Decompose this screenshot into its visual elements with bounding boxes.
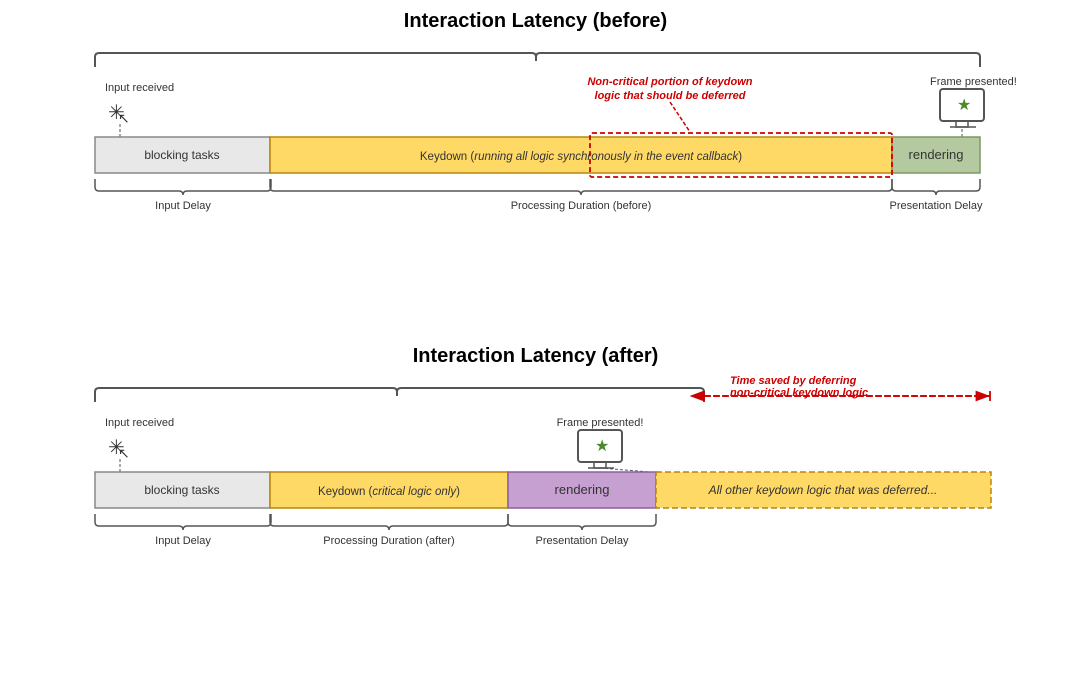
star-icon-bottom: ★ (595, 438, 609, 455)
processing-duration-label-bottom: Processing Duration (after) (323, 535, 454, 547)
bottom-title: Interaction Latency (after) (30, 345, 1041, 368)
deferred-label-bottom: All other keydown logic that was deferre… (708, 483, 938, 497)
bottom-diagram: Input received ✳ ↖ Frame presented! ★ (30, 374, 1041, 574)
top-svg: Input received ✳ ↖ Frame presented! ★ (30, 39, 1041, 239)
bottom-svg: Input received ✳ ↖ Frame presented! ★ (30, 374, 1041, 584)
top-title: Interaction Latency (before) (30, 10, 1041, 33)
input-received-label-bottom: Input received (105, 417, 174, 429)
cursor-icon-bottom: ↖ (118, 445, 130, 461)
red-annotation-line1-top: Non-critical portion of keydown (587, 76, 752, 88)
blocking-tasks-label-top: blocking tasks (144, 148, 219, 162)
bottom-section: Interaction Latency (after) Input receiv… (30, 345, 1041, 574)
rendering-label-bottom: rendering (555, 482, 610, 497)
input-received-label: Input received (105, 82, 174, 94)
frame-presented-label-top: Frame presented! (930, 76, 1017, 88)
input-delay-label-top: Input Delay (155, 200, 211, 212)
main-container: Interaction Latency (before) Input recei… (0, 0, 1071, 690)
rendering-label-top: rendering (909, 147, 964, 162)
red-annotation-line2-top: logic that should be deferred (595, 90, 746, 102)
keydown-combined-top: Keydown (running all logic synchronously… (420, 151, 742, 163)
frame-presented-label-bottom: Frame presented! (557, 417, 644, 429)
time-saved-line2: non-critical keydown logic (730, 387, 868, 399)
keydown-combined-bottom: Keydown (critical logic only) (318, 486, 460, 498)
time-saved-line1: Time saved by deferring (730, 375, 857, 387)
presentation-delay-label-top: Presentation Delay (890, 200, 983, 212)
presentation-delay-label-bottom: Presentation Delay (536, 535, 629, 547)
blocking-tasks-label-bottom: blocking tasks (144, 483, 219, 497)
star-icon-top: ★ (957, 97, 971, 114)
input-delay-label-bottom: Input Delay (155, 535, 211, 547)
processing-duration-label-top: Processing Duration (before) (511, 200, 652, 212)
top-section: Interaction Latency (before) Input recei… (30, 10, 1041, 239)
cursor-icon: ↖ (118, 110, 130, 126)
top-diagram: Input received ✳ ↖ Frame presented! ★ (30, 39, 1041, 239)
